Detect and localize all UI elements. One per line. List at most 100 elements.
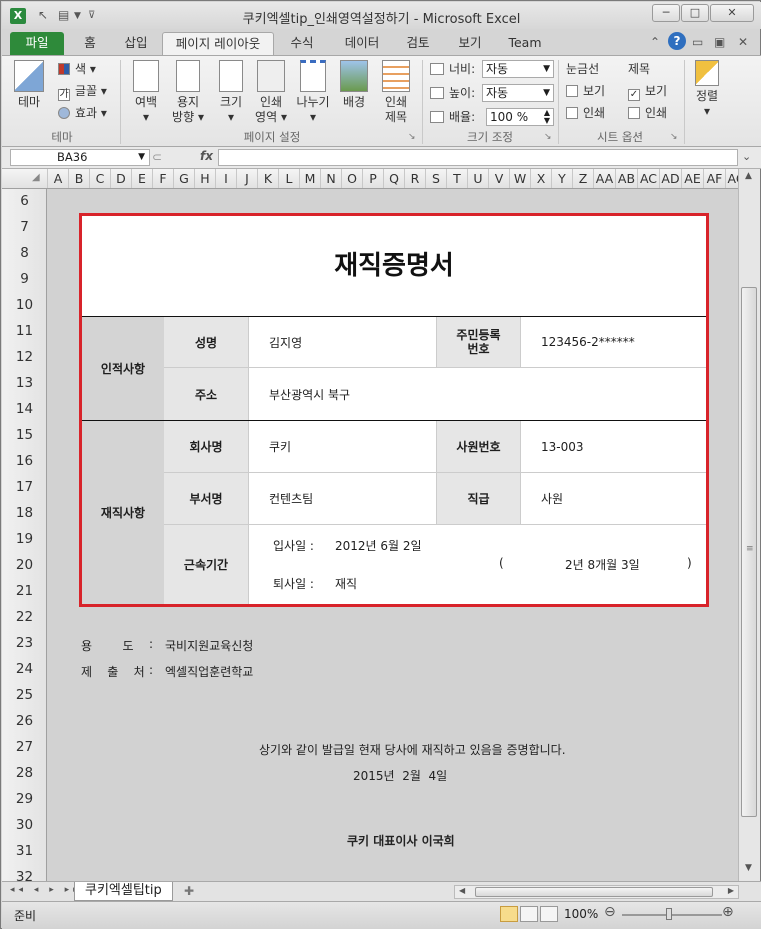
select-all-icon[interactable]: ◢ [32,172,40,183]
theme-fonts-button[interactable]: 가 글꼴 ▾ [58,82,107,101]
horizontal-scroll-thumb[interactable] [475,887,713,897]
column-header[interactable]: G [173,169,194,188]
column-header[interactable]: H [194,169,215,188]
scroll-right-icon[interactable]: ▶ [728,886,734,895]
column-header[interactable]: Z [572,169,593,188]
column-header[interactable]: AB [615,169,637,188]
column-header[interactable]: V [488,169,509,188]
column-header[interactable]: F [152,169,173,188]
tab-view[interactable]: 보기 [448,32,492,55]
orientation-button[interactable]: 용지 방향 ▾ [168,60,208,125]
vertical-scrollbar[interactable]: ▲ ≡ ▼ [738,169,760,881]
row-header[interactable]: 10 [2,297,46,313]
help-icon[interactable]: ? [668,32,686,50]
scroll-up-icon[interactable]: ▲ [745,171,752,181]
theme-effects-button[interactable]: 효과 ▾ [58,104,107,122]
background-button[interactable]: 배경 [336,60,372,110]
row-header[interactable]: 32 [2,869,46,881]
headings-print-checkbox[interactable]: 인쇄 [628,104,667,122]
tab-team[interactable]: Team [502,32,548,55]
new-sheet-icon[interactable]: ✚ [184,884,194,898]
row-header[interactable]: 9 [2,271,46,287]
row-header[interactable]: 16 [2,453,46,469]
row-header[interactable]: 26 [2,713,46,729]
tab-formulas[interactable]: 수식 [280,32,324,55]
vertical-scroll-thumb[interactable]: ≡ [741,287,757,817]
row-header[interactable]: 8 [2,245,46,261]
themes-button[interactable]: 테마 [8,60,50,110]
row-header[interactable]: 24 [2,661,46,677]
column-header[interactable]: AC [637,169,659,188]
column-header[interactable]: A [47,169,68,188]
sheet-nav-icon[interactable]: ◂◂ ◂ ▸ ▸▸ [10,885,82,895]
column-header[interactable]: AG [725,169,738,188]
doc-restore-icon[interactable]: ▣ [714,35,725,49]
doc-close-icon[interactable]: ✕ [738,35,748,49]
arrange-button[interactable]: 정렬 ▾ [690,60,724,119]
column-header[interactable]: X [530,169,551,188]
row-header[interactable]: 7 [2,219,46,235]
gridlines-view-checkbox[interactable]: 보기 [566,82,605,100]
row-header[interactable]: 29 [2,791,46,807]
close-button[interactable]: ✕ [710,4,754,22]
zoom-slider-thumb[interactable] [666,908,672,920]
tab-home[interactable]: 홈 [72,32,108,55]
column-header[interactable]: AE [681,169,703,188]
page-setup-launcher-icon[interactable]: ↘ [408,132,416,142]
column-header[interactable]: S [425,169,446,188]
column-header[interactable]: B [68,169,89,188]
row-header[interactable]: 17 [2,479,46,495]
name-box[interactable]: BA36 ▼ [10,149,150,166]
print-titles-button[interactable]: 인쇄 제목 [376,60,416,125]
row-header[interactable]: 6 [2,193,46,209]
column-header[interactable]: Q [383,169,404,188]
minimize-button[interactable]: ─ [652,4,680,22]
column-header[interactable]: L [278,169,299,188]
column-header[interactable]: O [341,169,362,188]
row-header[interactable]: 31 [2,843,46,859]
row-header[interactable]: 21 [2,583,46,599]
column-header[interactable]: I [215,169,236,188]
theme-colors-button[interactable]: 색 ▾ [58,60,96,78]
worksheet[interactable]: 재직증명서 인적사항 성명 김지영 주민등록 번호 123456-2******… [47,189,738,881]
tab-file[interactable]: 파일 [10,32,64,55]
tab-review[interactable]: 검토 [396,32,440,55]
scroll-left-icon[interactable]: ◀ [459,886,465,895]
horizontal-scrollbar[interactable]: ◀ ▶ [454,885,739,899]
scroll-down-icon[interactable]: ▼ [745,863,752,873]
formula-input[interactable] [218,149,738,166]
column-header[interactable]: M [299,169,320,188]
tab-data[interactable]: 데이터 [334,32,390,55]
zoom-level[interactable]: 100% [564,907,598,921]
doc-minimize-icon[interactable]: ▭ [692,35,703,49]
print-area-button[interactable]: 인쇄 영역 ▾ [252,60,290,125]
row-header[interactable]: 28 [2,765,46,781]
row-header[interactable]: 11 [2,323,46,339]
row-header[interactable]: 13 [2,375,46,391]
scale-spinner[interactable]: 100 % ▲ ▼ [486,108,554,126]
expand-icon[interactable]: ⊂ [152,150,162,164]
zoom-out-icon[interactable]: ⊖ [604,904,616,920]
breaks-button[interactable]: 나누기 ▾ [294,60,332,125]
row-header[interactable]: 27 [2,739,46,755]
size-button[interactable]: 크기 ▾ [214,60,248,125]
column-header[interactable]: E [131,169,152,188]
collapse-ribbon-icon[interactable]: ⌃ [650,35,660,49]
height-select[interactable]: 자동 ▼ [482,84,554,102]
tab-insert[interactable]: 삽입 [114,32,158,55]
normal-view-icon[interactable] [500,906,518,922]
column-header[interactable]: N [320,169,341,188]
row-header[interactable]: 14 [2,401,46,417]
row-header[interactable]: 30 [2,817,46,833]
restore-button[interactable]: □ [681,4,709,22]
row-header[interactable]: 18 [2,505,46,521]
zoom-slider[interactable] [622,914,722,916]
row-header[interactable]: 22 [2,609,46,625]
column-header[interactable]: D [110,169,131,188]
row-header[interactable]: 25 [2,687,46,703]
row-header[interactable]: 19 [2,531,46,547]
scale-launcher-icon[interactable]: ↘ [544,132,552,142]
column-header[interactable]: C [89,169,110,188]
row-header[interactable]: 12 [2,349,46,365]
page-layout-view-icon[interactable] [520,906,538,922]
